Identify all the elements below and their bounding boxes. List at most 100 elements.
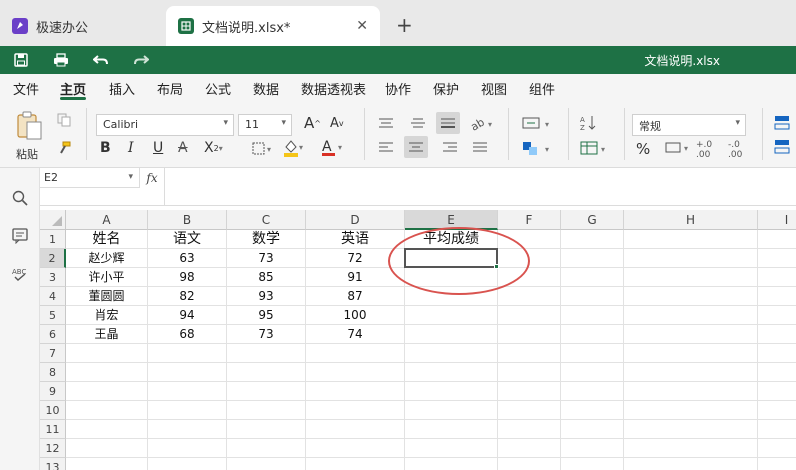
cell-c8[interactable] xyxy=(227,363,306,382)
align-middle-icon[interactable] xyxy=(408,116,428,130)
save-icon[interactable] xyxy=(12,51,30,69)
cell-a9[interactable] xyxy=(66,382,148,401)
cell-d12[interactable] xyxy=(306,439,405,458)
cell-b9[interactable] xyxy=(148,382,227,401)
increase-font-icon[interactable]: A ^ xyxy=(304,114,321,132)
font-color-icon[interactable]: A ▾ xyxy=(320,138,346,158)
bold-icon[interactable]: B xyxy=(100,140,111,156)
cell-a11[interactable] xyxy=(66,420,148,439)
cell-d10[interactable] xyxy=(306,401,405,420)
align-left-icon[interactable] xyxy=(376,140,396,154)
cell-c2[interactable]: 73 xyxy=(227,249,306,268)
align-center-icon[interactable] xyxy=(404,136,428,158)
align-top-icon[interactable] xyxy=(376,116,396,130)
cell-h5[interactable] xyxy=(624,306,758,325)
cell-a3[interactable]: 许小平 xyxy=(66,268,148,287)
cell-g11[interactable] xyxy=(561,420,624,439)
cell-d8[interactable] xyxy=(306,363,405,382)
cell-b11[interactable] xyxy=(148,420,227,439)
cell-e9[interactable] xyxy=(405,382,498,401)
column-header-i[interactable]: I xyxy=(758,210,796,230)
cell-b13[interactable] xyxy=(148,458,227,470)
cell-a7[interactable] xyxy=(66,344,148,363)
cell-h13[interactable] xyxy=(624,458,758,470)
cell-d9[interactable] xyxy=(306,382,405,401)
cell-c11[interactable] xyxy=(227,420,306,439)
cell-h9[interactable] xyxy=(624,382,758,401)
cell-a2[interactable]: 赵少辉 xyxy=(66,249,148,268)
menu-file[interactable]: 文件 xyxy=(13,79,39,98)
cell-f10[interactable] xyxy=(498,401,561,420)
cell-g6[interactable] xyxy=(561,325,624,344)
row-header-5[interactable]: 5 xyxy=(40,306,66,325)
cell-h4[interactable] xyxy=(624,287,758,306)
merge-cells-icon[interactable]: ▾ xyxy=(520,138,556,158)
column-header-c[interactable]: C xyxy=(227,210,306,230)
cell-h6[interactable] xyxy=(624,325,758,344)
search-icon[interactable] xyxy=(12,190,28,206)
cell-h11[interactable] xyxy=(624,420,758,439)
cell-a13[interactable] xyxy=(66,458,148,470)
cell-a5[interactable]: 肖宏 xyxy=(66,306,148,325)
menu-protect[interactable]: 保护 xyxy=(433,79,459,98)
cell-b7[interactable] xyxy=(148,344,227,363)
row-header-8[interactable]: 8 xyxy=(40,363,66,382)
cell-b12[interactable] xyxy=(148,439,227,458)
cell-b4[interactable]: 82 xyxy=(148,287,227,306)
cell-e8[interactable] xyxy=(405,363,498,382)
number-format-select[interactable]: 常规 ▾ xyxy=(632,114,746,136)
cell-d2[interactable]: 72 xyxy=(306,249,405,268)
row-header-9[interactable]: 9 xyxy=(40,382,66,401)
cell-b5[interactable]: 94 xyxy=(148,306,227,325)
cell-a1[interactable]: 姓名 xyxy=(66,230,148,249)
cell-b6[interactable]: 68 xyxy=(148,325,227,344)
row-header-13[interactable]: 13 xyxy=(40,458,66,470)
cell-f6[interactable] xyxy=(498,325,561,344)
cell-g2[interactable] xyxy=(561,249,624,268)
fill-color-icon[interactable]: ▾ xyxy=(282,138,306,158)
currency-icon[interactable]: ▾ xyxy=(664,140,692,156)
cell-g1[interactable] xyxy=(561,230,624,249)
menu-layout[interactable]: 布局 xyxy=(157,79,183,98)
select-all-corner[interactable] xyxy=(40,210,66,230)
cell-h10[interactable] xyxy=(624,401,758,420)
cell-e13[interactable] xyxy=(405,458,498,470)
strikethrough-icon[interactable]: A xyxy=(178,140,188,156)
tab-home[interactable]: 极速办公 xyxy=(0,6,160,46)
cell-i7[interactable] xyxy=(758,344,796,363)
align-bottom-icon[interactable] xyxy=(436,112,460,134)
cell-g4[interactable] xyxy=(561,287,624,306)
cell-d4[interactable]: 87 xyxy=(306,287,405,306)
cell-f2[interactable] xyxy=(498,249,561,268)
cell-c1[interactable]: 数学 xyxy=(227,230,306,249)
subscript-icon[interactable]: X 2 ▾ xyxy=(204,140,223,156)
row-header-4[interactable]: 4 xyxy=(40,287,66,306)
cell-g12[interactable] xyxy=(561,439,624,458)
cell-a10[interactable] xyxy=(66,401,148,420)
cell-g13[interactable] xyxy=(561,458,624,470)
cell-i1[interactable] xyxy=(758,230,796,249)
cell-i10[interactable] xyxy=(758,401,796,420)
menu-formula[interactable]: 公式 xyxy=(205,79,231,98)
cell-b2[interactable]: 63 xyxy=(148,249,227,268)
menu-collaborate[interactable]: 协作 xyxy=(385,79,411,98)
cell-i2[interactable] xyxy=(758,249,796,268)
row-header-2[interactable]: 2 xyxy=(40,249,66,268)
cell-i6[interactable] xyxy=(758,325,796,344)
borders-icon[interactable]: ▾ xyxy=(252,141,274,157)
copy-icon[interactable] xyxy=(56,112,72,128)
cell-f12[interactable] xyxy=(498,439,561,458)
italic-icon[interactable]: I xyxy=(128,140,134,156)
column-header-b[interactable]: B xyxy=(148,210,227,230)
cell-b3[interactable]: 98 xyxy=(148,268,227,287)
cell-i3[interactable] xyxy=(758,268,796,287)
percent-icon[interactable]: % xyxy=(636,140,650,158)
font-size-select[interactable]: 11 ▾ xyxy=(238,114,292,136)
cell-c12[interactable] xyxy=(227,439,306,458)
text-orientation-icon[interactable]: ab ▾ xyxy=(470,114,496,132)
cell-e5[interactable] xyxy=(405,306,498,325)
close-icon[interactable]: ✕ xyxy=(356,18,368,34)
cell-d3[interactable]: 91 xyxy=(306,268,405,287)
row-header-11[interactable]: 11 xyxy=(40,420,66,439)
cell-d5[interactable]: 100 xyxy=(306,306,405,325)
